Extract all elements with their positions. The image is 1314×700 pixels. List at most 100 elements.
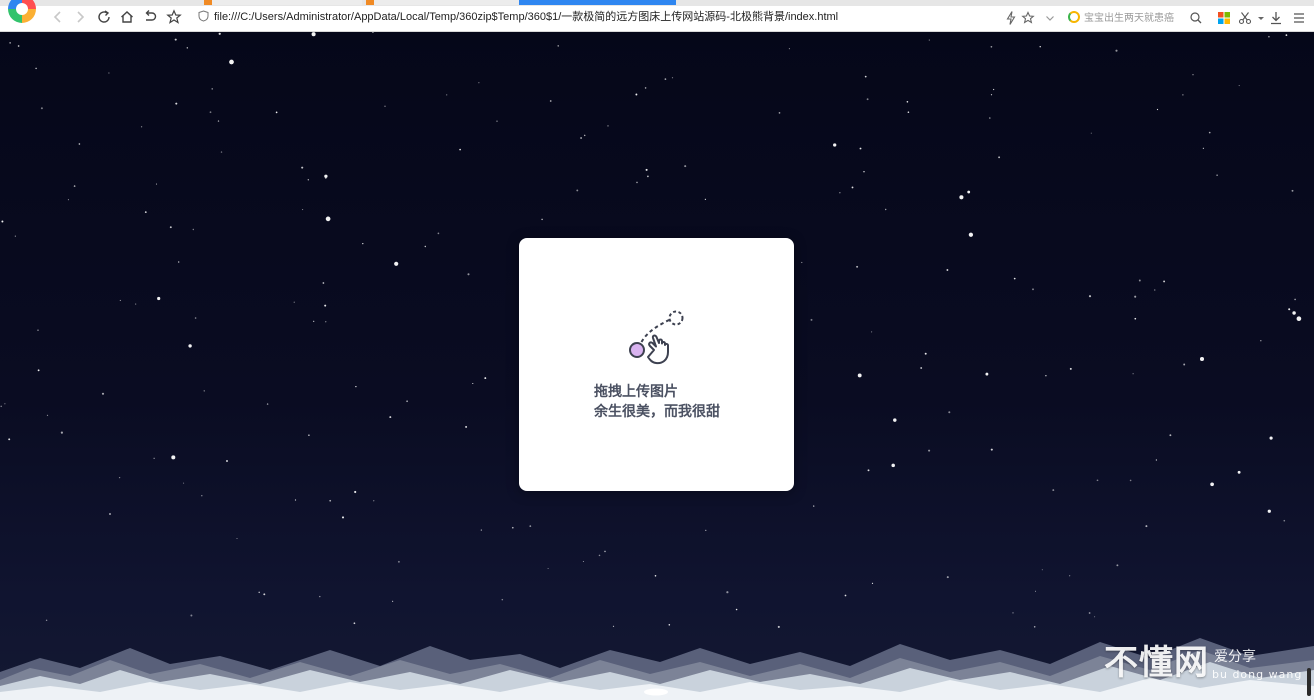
star	[1260, 339, 1262, 342]
star	[275, 111, 278, 114]
browser-tab[interactable]	[204, 0, 362, 5]
star	[217, 120, 220, 122]
star	[1145, 525, 1148, 528]
star	[990, 94, 993, 96]
star	[169, 226, 172, 229]
star	[384, 105, 386, 107]
star	[220, 151, 223, 153]
star	[1156, 108, 1159, 111]
star	[1155, 459, 1158, 461]
search-icon[interactable]	[1188, 10, 1204, 26]
star	[1183, 363, 1186, 366]
star	[157, 296, 161, 301]
star	[1210, 482, 1214, 487]
star	[1069, 575, 1071, 577]
scissors-icon[interactable]	[1237, 10, 1253, 26]
home-icon[interactable]	[119, 9, 135, 25]
forward-icon[interactable]	[72, 9, 88, 25]
star	[186, 47, 188, 49]
browser-toolbar: file:///C:/Users/Administrator/AppData/L…	[0, 0, 1314, 32]
star	[341, 516, 345, 519]
download-icon[interactable]	[1268, 10, 1284, 26]
star	[1269, 436, 1273, 440]
star	[226, 460, 228, 462]
star	[1012, 612, 1014, 614]
star	[302, 209, 304, 211]
star	[859, 147, 862, 150]
star	[37, 329, 39, 332]
star	[906, 101, 909, 103]
star	[645, 168, 648, 171]
shield-icon	[198, 10, 209, 22]
scissors-dropdown-icon[interactable]	[1253, 10, 1269, 26]
star	[636, 181, 638, 184]
star	[1134, 295, 1137, 298]
address-bar[interactable]: file:///C:/Users/Administrator/AppData/L…	[198, 8, 998, 26]
star	[1292, 311, 1296, 315]
star	[1116, 564, 1119, 567]
menu-icon[interactable]	[1291, 10, 1307, 26]
reload-icon[interactable]	[96, 9, 112, 25]
star	[67, 199, 69, 201]
star	[726, 591, 729, 594]
bookmark-star-icon[interactable]	[1020, 10, 1036, 26]
star	[646, 175, 649, 178]
undo-icon[interactable]	[142, 9, 158, 25]
star	[1041, 569, 1043, 571]
search-suggestion[interactable]: 宝宝出生两天就患癌	[1068, 9, 1174, 24]
star	[1291, 189, 1294, 192]
star	[201, 494, 203, 497]
star	[990, 45, 993, 48]
star	[1035, 590, 1036, 592]
star	[389, 416, 392, 419]
lightning-icon[interactable]	[1003, 10, 1019, 26]
star	[866, 98, 869, 101]
star-icon[interactable]	[166, 9, 182, 25]
star	[1096, 479, 1099, 482]
star	[1238, 85, 1240, 87]
star	[1169, 434, 1172, 437]
star	[119, 299, 121, 301]
star	[155, 183, 158, 185]
dropdown-icon[interactable]	[1042, 10, 1058, 26]
page-background: 拖拽上传图片 余生很美，而我很甜	[0, 32, 1314, 700]
star	[1202, 147, 1204, 149]
star	[863, 171, 865, 173]
star	[735, 608, 738, 611]
star	[992, 88, 995, 91]
star	[60, 431, 63, 434]
star	[893, 418, 897, 422]
star	[1267, 509, 1271, 513]
star	[856, 265, 859, 268]
upload-dropzone[interactable]: 拖拽上传图片 余生很美，而我很甜	[519, 238, 794, 491]
star	[78, 143, 81, 145]
star	[928, 449, 931, 452]
star	[1163, 280, 1166, 283]
apps-icon[interactable]	[1216, 10, 1232, 26]
scrollbar-thumb[interactable]	[1307, 668, 1311, 696]
star	[392, 600, 394, 602]
star	[188, 344, 192, 348]
browser-tab[interactable]	[366, 0, 524, 5]
star	[788, 48, 790, 50]
star	[839, 192, 841, 194]
star	[480, 529, 482, 531]
star	[583, 134, 586, 137]
star	[580, 137, 583, 139]
star	[294, 499, 297, 501]
star	[598, 554, 601, 557]
star	[472, 382, 474, 385]
browser-tab-active[interactable]	[519, 0, 676, 5]
star	[1138, 279, 1141, 282]
star	[1288, 308, 1291, 311]
star	[484, 377, 487, 380]
star	[307, 179, 309, 181]
back-icon[interactable]	[50, 9, 66, 25]
browser-logo-icon[interactable]	[8, 0, 36, 23]
star	[496, 120, 498, 122]
star	[373, 500, 375, 502]
star	[1216, 174, 1218, 176]
star	[547, 567, 549, 570]
star	[437, 232, 440, 235]
star	[1154, 289, 1156, 291]
